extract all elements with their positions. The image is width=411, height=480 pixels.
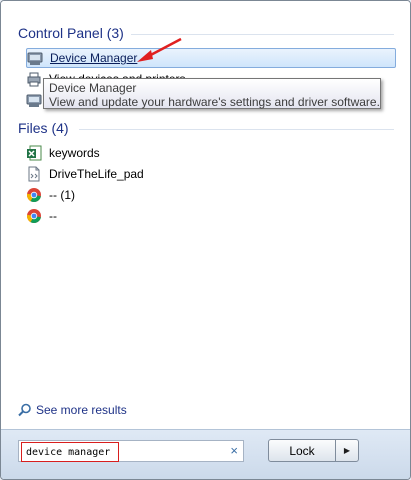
- section-divider: [79, 129, 394, 130]
- result-label: DriveTheLife_pad: [49, 167, 144, 181]
- files-header: Files (4): [18, 120, 69, 136]
- printer-icon: [27, 72, 41, 87]
- result-device-manager[interactable]: Device Manager: [26, 48, 396, 68]
- see-more-label: See more results: [36, 403, 127, 417]
- start-menu-search-panel: Control Panel (3) Device Manager View de…: [0, 0, 411, 480]
- power-options-button[interactable]: ▶: [335, 439, 359, 462]
- chevron-right-icon: ▶: [343, 446, 351, 455]
- document-file-icon: [28, 166, 40, 182]
- result-file-keywords[interactable]: keywords: [26, 143, 396, 163]
- search-icon: [18, 403, 31, 417]
- see-more-results-link[interactable]: See more results: [18, 403, 127, 417]
- search-results-pane: Control Panel (3) Device Manager View de…: [1, 1, 410, 429]
- result-file-chrome-2[interactable]: --: [26, 206, 396, 226]
- red-arrow-annotation: [137, 37, 182, 62]
- section-divider: [131, 34, 394, 35]
- start-menu-bottom-bar: × Lock ▶: [1, 429, 410, 479]
- search-box[interactable]: ×: [18, 440, 244, 462]
- result-file-chrome-1[interactable]: -- (1): [26, 185, 396, 205]
- tooltip: Device Manager View and update your hard…: [43, 78, 381, 109]
- result-label: Device Manager: [50, 51, 138, 65]
- result-file-drivethelife[interactable]: DriveTheLife_pad: [26, 164, 396, 184]
- chrome-icon: [26, 188, 41, 203]
- device-manager-icon: [27, 52, 43, 65]
- result-label: --: [49, 209, 57, 223]
- result-label: keywords: [49, 146, 100, 160]
- control-panel-header: Control Panel (3): [18, 25, 124, 41]
- result-label: -- (1): [49, 188, 75, 202]
- excel-file-icon: [27, 145, 42, 161]
- chrome-icon: [26, 209, 41, 224]
- tooltip-title: Device Manager: [49, 81, 137, 95]
- search-input[interactable]: [21, 442, 119, 462]
- tooltip-description: View and update your hardware's settings…: [49, 95, 380, 109]
- lock-button-label: Lock: [289, 443, 315, 458]
- clear-search-icon[interactable]: ×: [230, 444, 238, 458]
- lock-button[interactable]: Lock: [268, 439, 336, 462]
- device-manager-icon: [26, 94, 42, 107]
